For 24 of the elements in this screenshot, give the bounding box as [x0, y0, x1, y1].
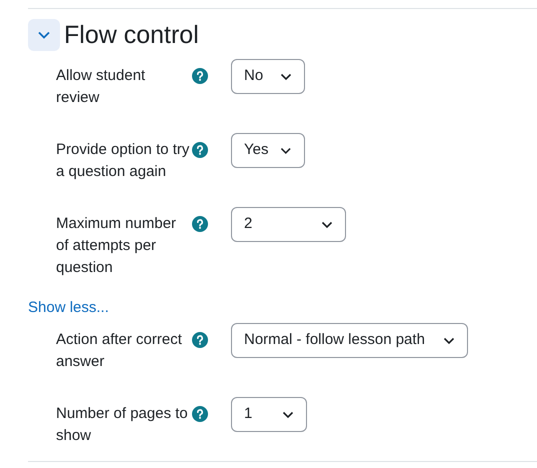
show-less-link[interactable]: Show less...: [28, 297, 537, 319]
field-label: Allow student review: [56, 66, 146, 108]
chevron-down-icon: [321, 220, 333, 228]
field-label: Action after correct answer: [56, 330, 183, 372]
help-icon[interactable]: [192, 216, 208, 232]
chevron-down-icon: [37, 30, 51, 40]
help-icon[interactable]: [192, 142, 208, 158]
select-dropdown[interactable]: Yes: [231, 133, 305, 168]
select-dropdown[interactable]: Normal - follow lesson path: [231, 323, 468, 358]
chevron-down-icon: [280, 72, 292, 80]
chevron-down-icon: [280, 146, 292, 154]
field-label: Number of pages to show: [56, 404, 189, 446]
chevron-down-icon: [282, 410, 294, 418]
select-dropdown[interactable]: No: [231, 59, 305, 94]
select-dropdown[interactable]: 1: [231, 397, 307, 432]
collapse-toggle[interactable]: [28, 19, 60, 51]
help-icon[interactable]: [192, 332, 208, 348]
field-label: Provide option to try a question again: [56, 140, 190, 182]
help-icon[interactable]: [192, 406, 208, 422]
help-icon[interactable]: [192, 68, 208, 84]
chevron-down-icon: [443, 336, 455, 344]
select-dropdown[interactable]: 2: [231, 207, 346, 242]
section-title: Flow control: [64, 20, 199, 51]
field-label: Maximum number of attempts per question: [56, 214, 178, 278]
